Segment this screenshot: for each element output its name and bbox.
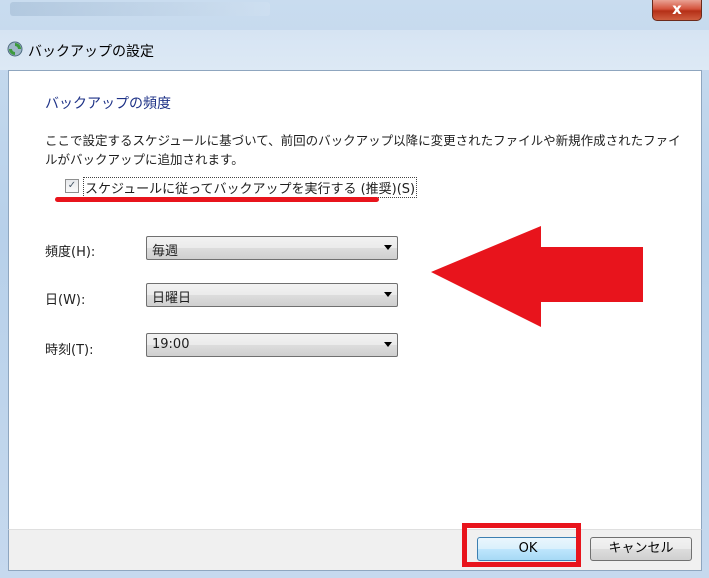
dropdown-arrow-icon bbox=[384, 292, 392, 297]
time-value: 19:00 bbox=[152, 337, 190, 352]
dialog-window: x バックアップの設定 バックアップの頻度 ここで設定するスケジュールに基づいて… bbox=[0, 0, 709, 578]
annotation-underline bbox=[55, 197, 379, 202]
time-dropdown[interactable]: 19:00 bbox=[146, 333, 398, 357]
frequency-dropdown[interactable]: 毎週 bbox=[146, 236, 398, 260]
annotation-left-arrow-icon bbox=[431, 226, 643, 327]
frequency-value: 毎週 bbox=[152, 244, 179, 259]
title-bar: x bbox=[0, 0, 709, 30]
annotation-highlight-box bbox=[462, 523, 581, 567]
section-heading: バックアップの頻度 bbox=[45, 96, 171, 112]
schedule-checkbox-label[interactable]: スケジュールに従ってバックアップを実行する (推奨)(S) bbox=[83, 177, 418, 198]
schedule-checkbox[interactable]: ✓ bbox=[65, 179, 79, 193]
day-dropdown[interactable]: 日曜日 bbox=[146, 283, 398, 307]
dropdown-arrow-icon bbox=[384, 245, 392, 250]
dialog-title: バックアップの設定 bbox=[28, 44, 154, 60]
title-bar-ghost bbox=[10, 2, 270, 16]
dropdown-arrow-icon bbox=[384, 342, 392, 347]
cancel-button[interactable]: キャンセル bbox=[590, 537, 692, 561]
description-text: ここで設定するスケジュールに基づいて、前回のバックアップ以降に変更されたファイル… bbox=[45, 133, 681, 167]
frequency-label: 頻度(H): bbox=[45, 245, 96, 260]
day-label: 日(W): bbox=[45, 293, 86, 308]
dialog-header: バックアップの設定 bbox=[0, 30, 709, 70]
close-button[interactable]: x bbox=[652, 0, 702, 21]
backup-icon bbox=[7, 41, 23, 57]
time-label: 時刻(T): bbox=[45, 343, 94, 358]
day-value: 日曜日 bbox=[152, 291, 192, 306]
